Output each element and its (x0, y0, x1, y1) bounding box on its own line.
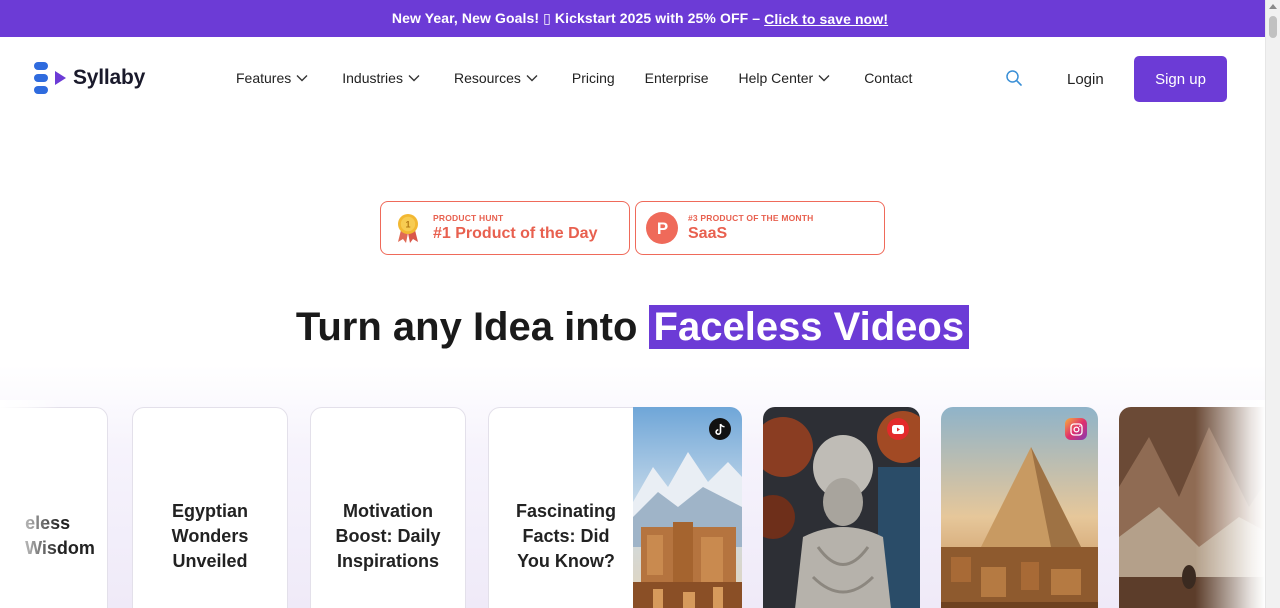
card-line: Motivation (342, 500, 433, 521)
medal-number: 1 (405, 220, 410, 230)
badge-title: SaaS (688, 225, 728, 242)
nav-resources-label: Resources (453, 70, 521, 86)
chevron-down-icon (818, 75, 830, 82)
nav-industries[interactable]: Industries (342, 70, 420, 86)
scroll-up-icon[interactable] (1269, 4, 1277, 9)
logo-text: Syllaby (73, 66, 146, 89)
card-line: Egyptian (171, 500, 248, 521)
chevron-down-icon (408, 75, 420, 82)
instagram-icon (1065, 418, 1087, 440)
nav-industries-label: Industries (342, 70, 403, 86)
card-line: Wisdom (25, 538, 95, 558)
syllaby-logo-icon (34, 62, 66, 94)
login-link[interactable]: Login (1067, 71, 1104, 88)
promo-text: New Year, New Goals! ▯ Kickstart 2025 wi… (391, 10, 761, 26)
card-line: Facts: Did (522, 525, 610, 546)
nav-help-center-label: Help Center (738, 70, 814, 86)
nav-features-label: Features (236, 70, 292, 86)
card-line: Unveiled (172, 550, 248, 571)
nav-pricing[interactable]: Pricing (572, 70, 615, 86)
video-topic-card[interactable]: Egyptian Wonders Unveiled (132, 407, 288, 608)
scrollbar-thumb[interactable] (1269, 16, 1277, 38)
badge-kicker: PRODUCT HUNT (433, 213, 504, 223)
card-line: Boost: Daily (335, 525, 441, 546)
video-thumbnail-card[interactable] (763, 407, 920, 608)
card-line: Fascinating (515, 500, 617, 521)
product-hunt-letter: P (657, 219, 668, 238)
promo-link[interactable]: Click to save now! (764, 11, 888, 27)
product-hunt-day-badge[interactable]: 1 PRODUCT HUNT #1 Product of the Day (380, 201, 630, 255)
product-hunt-icon: P (646, 212, 678, 244)
mountain-traveler-image (1119, 407, 1276, 608)
nav-resources[interactable]: Resources (454, 70, 538, 86)
hero-title-highlight: Faceless Videos (648, 305, 970, 349)
chevron-down-icon (296, 75, 308, 82)
nav-features[interactable]: Features (236, 70, 308, 86)
nav-enterprise[interactable]: Enterprise (645, 70, 709, 86)
video-thumbnail-card[interactable] (633, 407, 742, 608)
tiktok-icon (709, 418, 731, 440)
badge-title: #1 Product of the Day (433, 225, 598, 242)
nav-contact-label: Contact (864, 70, 913, 86)
product-hunt-month-badge[interactable]: P #3 PRODUCT OF THE MONTH SaaS (635, 201, 885, 255)
card-line: Wonders (171, 525, 249, 546)
video-topic-card[interactable]: Fascinating Facts: Did You Know? (488, 407, 644, 608)
video-topic-card[interactable]: eless Wisdom (0, 407, 108, 608)
promo-banner: New Year, New Goals! ▯ Kickstart 2025 wi… (0, 0, 1280, 37)
card-line: Inspirations (336, 550, 439, 571)
page-scrollbar[interactable] (1265, 0, 1280, 608)
card-line: eless (25, 513, 71, 533)
logo[interactable]: Syllaby (33, 61, 145, 95)
card-line: You Know? (517, 550, 615, 571)
nav-contact[interactable]: Contact (864, 70, 912, 86)
search-icon[interactable] (1005, 69, 1023, 87)
video-thumbnail-card[interactable] (941, 407, 1098, 608)
badge-kicker: #3 PRODUCT OF THE MONTH (688, 213, 814, 223)
nav-help-center[interactable]: Help Center (738, 70, 830, 86)
hero-title: Turn any Idea into Faceless Videos (0, 303, 1265, 351)
main-nav: Features Industries Resources Pricing En… (236, 70, 912, 86)
navbar: Syllaby Features Industries Resources Pr… (0, 37, 1265, 121)
video-topic-card[interactable]: Motivation Boost: Daily Inspirations (310, 407, 466, 608)
signup-button[interactable]: Sign up (1134, 56, 1227, 102)
nav-enterprise-label: Enterprise (644, 70, 709, 86)
nav-pricing-label: Pricing (571, 70, 615, 86)
hero-title-plain: Turn any Idea into (295, 305, 638, 349)
medal-icon: 1 (398, 214, 418, 243)
video-thumbnail-card[interactable] (1119, 407, 1276, 608)
chevron-down-icon (526, 75, 538, 82)
youtube-icon (887, 418, 909, 440)
